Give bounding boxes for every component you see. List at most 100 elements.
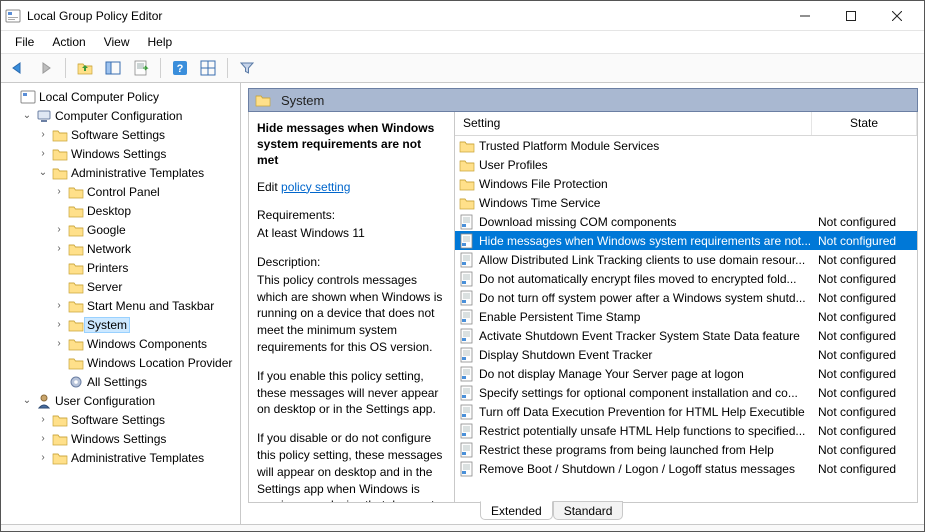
policy-icon — [459, 233, 475, 249]
list-row[interactable]: Restrict potentially unsafe HTML Help fu… — [455, 421, 917, 440]
tree-windows-components[interactable]: ›Windows Components — [53, 334, 240, 353]
folder-icon — [52, 146, 68, 162]
tree-uc-admin[interactable]: ›Administrative Templates — [37, 448, 240, 467]
folder-icon — [68, 279, 84, 295]
show-hide-tree-button[interactable] — [102, 57, 124, 79]
setting-state: Not configured — [812, 405, 917, 419]
tree-control-panel[interactable]: ›Control Panel — [53, 182, 240, 201]
tree-desktop[interactable]: Desktop — [53, 201, 240, 220]
up-folder-button[interactable] — [74, 57, 96, 79]
tab-extended[interactable]: Extended — [480, 501, 553, 520]
close-button[interactable] — [874, 1, 920, 31]
list-row[interactable]: Do not display Manage Your Server page a… — [455, 364, 917, 383]
list-row[interactable]: User Profiles — [455, 155, 917, 174]
expand-icon[interactable]: › — [37, 433, 49, 444]
setting-name: Download missing COM components — [479, 215, 812, 229]
list-row[interactable]: Allow Distributed Link Tracking clients … — [455, 250, 917, 269]
setting-name: Remove Boot / Shutdown / Logon / Logoff … — [479, 462, 812, 476]
menu-view[interactable]: View — [96, 33, 138, 51]
minimize-button[interactable] — [782, 1, 828, 31]
tree-administrative-templates[interactable]: ⌄Administrative Templates — [37, 163, 240, 182]
export-list-button[interactable] — [130, 57, 152, 79]
list-row[interactable]: Restrict these programs from being launc… — [455, 440, 917, 459]
back-button[interactable] — [7, 57, 29, 79]
tree-windows-location[interactable]: Windows Location Provider — [53, 353, 240, 372]
list-row[interactable]: Download missing COM componentsNot confi… — [455, 212, 917, 231]
list-row[interactable]: Do not turn off system power after a Win… — [455, 288, 917, 307]
list-row[interactable]: Windows File Protection — [455, 174, 917, 193]
column-state[interactable]: State — [812, 112, 917, 135]
list-body[interactable]: Trusted Platform Module Services User Pro… — [455, 136, 917, 502]
properties-button[interactable] — [197, 57, 219, 79]
tree-network[interactable]: ›Network — [53, 239, 240, 258]
list-row[interactable]: Hide messages when Windows system requir… — [455, 231, 917, 250]
expand-icon[interactable]: › — [53, 338, 65, 349]
tree-printers[interactable]: Printers — [53, 258, 240, 277]
list-row[interactable]: Enable Persistent Time StampNot configur… — [455, 307, 917, 326]
expand-icon[interactable]: › — [53, 224, 65, 235]
selected-policy-title: Hide messages when Windows system requir… — [257, 120, 444, 169]
list-row[interactable]: Remove Boot / Shutdown / Logon / Logoff … — [455, 459, 917, 478]
setting-state: Not configured — [812, 272, 917, 286]
tab-standard[interactable]: Standard — [553, 501, 624, 520]
tree-system[interactable]: ›System — [53, 315, 240, 334]
folder-icon — [459, 157, 475, 173]
list-row[interactable]: Activate Shutdown Event Tracker System S… — [455, 326, 917, 345]
list-row[interactable]: Do not automatically encrypt files moved… — [455, 269, 917, 288]
tree-root[interactable]: Local Computer Policy — [5, 87, 240, 106]
tree-user-configuration[interactable]: ⌄ User Configuration — [21, 391, 240, 410]
tree-server[interactable]: Server — [53, 277, 240, 296]
edit-policy-link[interactable]: policy setting — [281, 180, 350, 194]
filter-button[interactable] — [236, 57, 258, 79]
folder-icon — [68, 184, 84, 200]
tree-all-settings[interactable]: All Settings — [53, 372, 240, 391]
expand-icon[interactable]: › — [53, 243, 65, 254]
setting-name: Activate Shutdown Event Tracker System S… — [479, 329, 812, 343]
tree-uc-software[interactable]: ›Software Settings — [37, 410, 240, 429]
expand-icon[interactable]: › — [37, 129, 49, 140]
list-row[interactable]: Windows Time Service — [455, 193, 917, 212]
list-row[interactable]: Turn off Data Execution Prevention for H… — [455, 402, 917, 421]
tree-uc-windows[interactable]: ›Windows Settings — [37, 429, 240, 448]
setting-name: User Profiles — [479, 158, 812, 172]
edit-policy: Edit policy setting — [257, 179, 444, 196]
forward-button[interactable] — [35, 57, 57, 79]
toolbar-separator — [65, 58, 66, 78]
expand-icon[interactable]: › — [53, 300, 65, 311]
expand-icon[interactable]: › — [37, 148, 49, 159]
column-setting[interactable]: Setting — [455, 112, 812, 135]
list-row[interactable]: Specify settings for optional component … — [455, 383, 917, 402]
expand-icon[interactable]: › — [37, 452, 49, 463]
collapse-icon[interactable]: ⌄ — [37, 167, 49, 178]
expand-icon[interactable]: › — [53, 319, 65, 330]
folder-icon — [459, 176, 475, 192]
policy-icon — [459, 404, 475, 420]
help-button[interactable]: ? — [169, 57, 191, 79]
statusbar — [1, 524, 924, 531]
tree-computer-configuration[interactable]: ⌄ Computer Configuration — [21, 106, 240, 125]
list-row[interactable]: Trusted Platform Module Services — [455, 136, 917, 155]
expand-icon[interactable]: › — [37, 414, 49, 425]
tree-windows-settings[interactable]: ›Windows Settings — [37, 144, 240, 163]
setting-name: Windows File Protection — [479, 177, 812, 191]
list-row[interactable]: Display Shutdown Event TrackerNot config… — [455, 345, 917, 364]
menu-file[interactable]: File — [7, 33, 42, 51]
setting-state: Not configured — [812, 386, 917, 400]
policy-icon — [459, 309, 475, 325]
folder-icon — [459, 195, 475, 211]
folder-icon — [68, 222, 84, 238]
setting-name: Hide messages when Windows system requir… — [479, 234, 812, 248]
policy-icon — [459, 385, 475, 401]
menu-action[interactable]: Action — [44, 33, 93, 51]
collapse-icon[interactable]: ⌄ — [21, 395, 33, 406]
tree-pane[interactable]: Local Computer Policy ⌄ Computer Configu… — [1, 83, 241, 524]
collapse-icon[interactable]: ⌄ — [21, 110, 33, 121]
tree-software-settings[interactable]: ›Software Settings — [37, 125, 240, 144]
tree-google[interactable]: ›Google — [53, 220, 240, 239]
maximize-button[interactable] — [828, 1, 874, 31]
view-tabs: Extended Standard — [248, 502, 918, 524]
setting-state: Not configured — [812, 424, 917, 438]
menu-help[interactable]: Help — [140, 33, 181, 51]
tree-start-menu[interactable]: ›Start Menu and Taskbar — [53, 296, 240, 315]
expand-icon[interactable]: › — [53, 186, 65, 197]
